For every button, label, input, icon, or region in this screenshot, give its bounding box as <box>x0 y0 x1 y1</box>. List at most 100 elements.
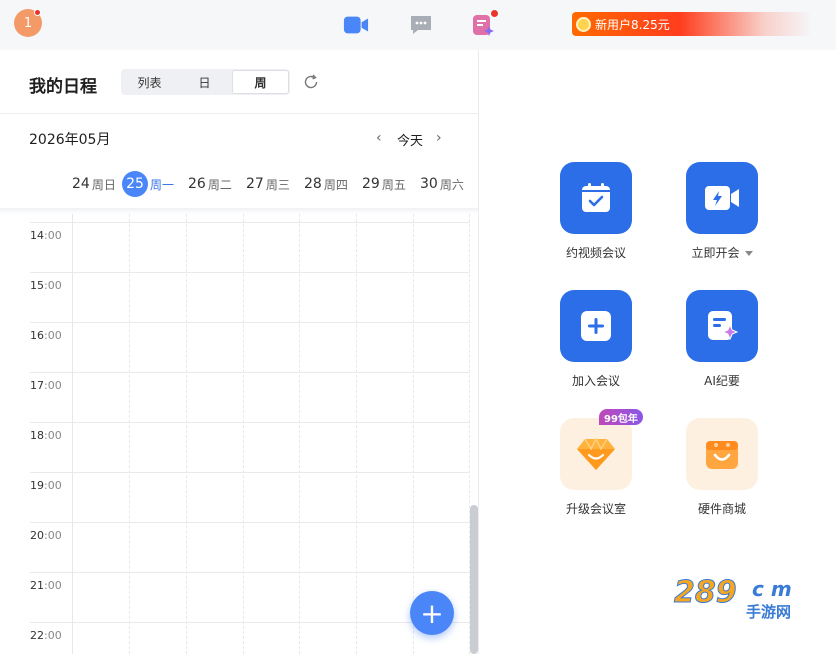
weekday-label: 周六 <box>439 177 464 192</box>
view-switcher: 列表 日 周 <box>121 69 290 95</box>
day-header[interactable]: 24 周日 <box>72 170 116 198</box>
hour-value: 16 <box>30 329 44 342</box>
week-day-row: 24 周日 25 周一 26 周二 27 周三 28 周四 29 周五 30 周六 <box>0 170 478 198</box>
watermark-brand: 289 <box>674 575 737 610</box>
minute-value: :00 <box>44 479 62 492</box>
start-meeting-button[interactable] <box>686 162 758 234</box>
hour-line <box>30 422 470 423</box>
start-meeting-text: 立即开会 <box>691 246 740 260</box>
ai-notes-button[interactable] <box>686 290 758 362</box>
chat-bubble-icon[interactable] <box>408 12 434 38</box>
ai-summary-icon <box>708 311 739 341</box>
day-number: 30 <box>420 176 438 192</box>
plus-square-icon <box>581 311 611 341</box>
grid-column-line <box>356 214 357 654</box>
tab-list[interactable]: 列表 <box>122 70 177 94</box>
tab-week[interactable]: 周 <box>232 70 289 94</box>
add-schedule-button[interactable]: + <box>410 591 454 635</box>
weekday-label: 周五 <box>381 177 406 192</box>
header-divider <box>0 113 478 114</box>
watermark-sub: 手游网 <box>746 603 791 621</box>
tab-day[interactable]: 日 <box>177 70 232 94</box>
hour-value: 19 <box>30 479 44 492</box>
shopping-bag-icon <box>706 441 738 469</box>
grid-column-line <box>129 214 130 654</box>
refresh-icon[interactable] <box>302 73 320 91</box>
minute-value: :00 <box>44 429 62 442</box>
hour-line <box>30 472 470 473</box>
notes-notification-dot <box>491 10 498 17</box>
time-label: 18:00 <box>30 429 62 442</box>
time-label: 19:00 <box>30 479 62 492</box>
grid-column-line <box>72 214 73 654</box>
upgrade-room-button[interactable] <box>560 418 632 490</box>
time-label: 15:00 <box>30 279 62 292</box>
next-week-button[interactable]: › <box>436 130 442 146</box>
weekday-label: 周四 <box>323 177 348 192</box>
weekday-label: 周三 <box>265 177 290 192</box>
calendar-check-icon <box>582 183 610 212</box>
time-label: 14:00 <box>30 229 62 242</box>
time-label: 22:00 <box>30 629 62 642</box>
day-header[interactable]: 30 周六 <box>420 170 464 198</box>
prev-week-button[interactable]: ‹ <box>376 130 382 146</box>
day-number: 27 <box>246 176 264 192</box>
weekday-label: 周日 <box>91 177 116 192</box>
notification-dot <box>34 9 41 16</box>
weekday-label: 周二 <box>207 177 232 192</box>
panel-divider <box>478 50 479 654</box>
weekday-label: 周一 <box>150 177 175 192</box>
minute-value: :00 <box>44 629 62 642</box>
day-header[interactable]: 28 周四 <box>304 170 348 198</box>
hour-line <box>30 372 470 373</box>
upgrade-room-label: 升级会议室 <box>565 502 626 516</box>
hardware-store-button[interactable] <box>686 418 758 490</box>
day-header-selected[interactable]: 25 周一 <box>122 170 174 198</box>
grid-column-line <box>413 214 414 654</box>
hour-value: 15 <box>30 279 44 292</box>
hardware-store-label: 硬件商城 <box>697 502 746 516</box>
start-meeting-label[interactable]: 立即开会 <box>667 244 777 261</box>
day-header[interactable]: 26 周二 <box>188 170 232 198</box>
day-number: 28 <box>304 176 322 192</box>
grid-column-line <box>243 214 244 654</box>
time-label: 16:00 <box>30 329 62 342</box>
minute-value: :00 <box>44 379 62 392</box>
promo-text: 新用户8.25元 <box>595 17 670 32</box>
time-label: 17:00 <box>30 379 62 392</box>
day-header[interactable]: 27 周三 <box>246 170 290 198</box>
minute-value: :00 <box>44 279 62 292</box>
promo-banner[interactable]: 新用户8.25元 <box>572 12 812 36</box>
top-bar: 1 新用户8.25元 <box>0 0 836 50</box>
promo-badge: 99包年 <box>599 409 643 425</box>
watermark-suffix: c m <box>752 577 792 601</box>
dropdown-caret-icon[interactable] <box>744 251 753 256</box>
join-meeting-button[interactable] <box>560 290 632 362</box>
grid-scrollbar[interactable] <box>470 505 478 654</box>
time-label: 20:00 <box>30 529 62 542</box>
join-meeting-label: 加入会议 <box>571 374 620 388</box>
hour-line <box>30 322 470 323</box>
grid-column-line <box>299 214 300 654</box>
instant-video-icon <box>705 186 739 210</box>
site-watermark-logo: 289 c m 手游网 <box>672 572 822 622</box>
avatar-initial: 1 <box>23 15 33 31</box>
schedule-meeting-button[interactable] <box>560 162 632 234</box>
week-grid[interactable]: 14:00 15:00 16:00 17:00 18:00 19:00 20:0… <box>0 214 470 654</box>
minute-value: :00 <box>44 229 62 242</box>
minute-value: :00 <box>44 529 62 542</box>
hour-value: 22 <box>30 629 44 642</box>
hour-value: 18 <box>30 429 44 442</box>
hour-value: 20 <box>30 529 44 542</box>
day-header[interactable]: 29 周五 <box>362 170 406 198</box>
hour-value: 21 <box>30 579 44 592</box>
hour-value: 17 <box>30 379 44 392</box>
video-camera-icon[interactable] <box>343 12 369 38</box>
diamond-icon <box>577 437 615 470</box>
hour-line <box>30 572 470 573</box>
today-button[interactable]: 今天 <box>397 130 423 149</box>
hour-line <box>30 522 470 523</box>
minute-value: :00 <box>44 579 62 592</box>
hour-line <box>30 222 470 223</box>
grid-column-line <box>186 214 187 654</box>
